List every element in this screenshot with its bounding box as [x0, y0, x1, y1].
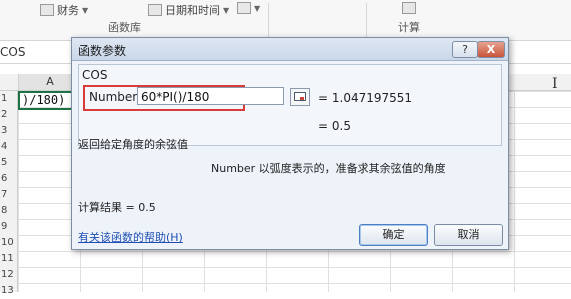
more-functions-icon	[237, 2, 251, 14]
calculation-result: 计算结果 = 0.5	[78, 201, 156, 214]
row-header[interactable]: 7	[0, 187, 18, 203]
group-function-library: 函数库	[108, 21, 141, 34]
finance-label: 财务	[57, 4, 79, 17]
row-header[interactable]: 3	[0, 123, 18, 139]
function-description: 返回给定角度的余弦值	[78, 138, 188, 151]
function-name: COS	[82, 68, 108, 82]
row-header[interactable]: 13	[0, 283, 18, 299]
number-argument-input[interactable]: 60*PI()/180	[137, 87, 284, 105]
dialog-title: 函数参数	[78, 44, 127, 58]
name-box[interactable]: COS	[0, 45, 25, 59]
row-header[interactable]: 6	[0, 171, 18, 187]
finance-function-button[interactable]: 财务 ▼	[40, 2, 88, 18]
help-button[interactable]: ?	[452, 41, 478, 58]
row-header[interactable]: 11	[0, 251, 18, 267]
function-result: = 0.5	[318, 119, 351, 133]
close-button[interactable]: X	[477, 41, 505, 58]
collapse-dialog-icon[interactable]	[290, 88, 310, 106]
function-arguments-dialog: 函数参数 ? X COS Number 60*PI()/180 = 1.0471…	[71, 37, 509, 250]
ribbon: 财务 ▼ 日期和时间 ▼ ▼ 函数库 计算	[0, 0, 571, 41]
calendar-icon	[148, 4, 162, 16]
group-calculation: 计算	[398, 21, 420, 34]
ribbon-divider	[366, 3, 367, 37]
calculator-icon	[402, 2, 416, 14]
row-header[interactable]: 12	[0, 267, 18, 283]
more-functions-button[interactable]: ▼	[237, 2, 260, 14]
collapse-dialog-icon-marker	[300, 97, 304, 100]
row-header[interactable]: 2	[0, 107, 18, 123]
text-cursor-icon: I	[552, 76, 558, 92]
row-header[interactable]: 1	[0, 91, 18, 107]
cancel-button[interactable]: 取消	[434, 224, 503, 246]
chevron-down-icon: ▼	[82, 5, 89, 15]
row-header[interactable]: 9	[0, 219, 18, 235]
datetime-label: 日期和时间	[165, 4, 220, 17]
row-headers: 1 2 3 4 5 6 7 8 9 10 11 12 13	[0, 91, 18, 296]
argument-description: Number 以弧度表示的，准备求其余弦值的角度	[211, 162, 446, 175]
row-header[interactable]: 5	[0, 155, 18, 171]
dialog-titlebar[interactable]: 函数参数 ? X	[72, 38, 508, 61]
ribbon-divider	[268, 3, 269, 37]
argument-result: = 1.047197551	[318, 91, 413, 105]
chevron-down-icon: ▼	[223, 5, 230, 15]
row-header[interactable]: 8	[0, 203, 18, 219]
function-help-link[interactable]: 有关该函数的帮助(H)	[78, 229, 183, 245]
chevron-down-icon: ▼	[254, 3, 261, 13]
calc-options-button[interactable]	[402, 2, 416, 14]
argument-label: Number	[89, 90, 138, 104]
ok-button[interactable]: 确定	[359, 224, 428, 246]
datetime-function-button[interactable]: 日期和时间 ▼	[148, 2, 229, 18]
row-header[interactable]: 4	[0, 139, 18, 155]
row-header[interactable]: 10	[0, 235, 18, 251]
finance-icon	[40, 4, 54, 16]
